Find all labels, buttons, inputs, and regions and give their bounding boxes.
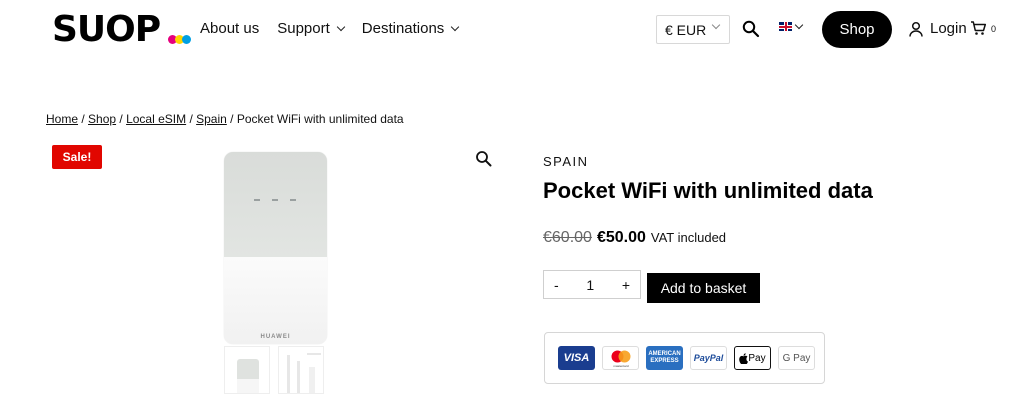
uk-flag-icon xyxy=(779,22,792,31)
price-row: €60.00 €50.00 VAT included xyxy=(543,229,726,247)
breadcrumb-local-esim[interactable]: Local eSIM xyxy=(126,112,186,126)
paypal-icon: PayPal xyxy=(690,346,727,370)
product-category[interactable]: SPAIN xyxy=(543,154,589,169)
amex-icon: AMERICAN EXPRESS xyxy=(646,346,683,370)
thumbnail-1[interactable] xyxy=(224,346,270,394)
shop-button[interactable]: Shop xyxy=(822,11,892,48)
quantity-stepper: - 1 + xyxy=(543,270,641,299)
nav-about-us[interactable]: About us xyxy=(200,20,259,37)
mastercard-icon: mastercard xyxy=(602,346,639,370)
search-icon xyxy=(742,20,760,38)
device-brand-text: HUAWEI xyxy=(260,334,291,340)
user-icon xyxy=(909,21,923,37)
quantity-decrease-button[interactable]: - xyxy=(554,277,559,293)
apple-pay-icon: Pay xyxy=(734,346,771,370)
logo-dots xyxy=(168,35,192,45)
nav-destinations-label: Destinations xyxy=(361,20,445,37)
google-pay-icon: G Pay xyxy=(778,346,815,370)
cart-button[interactable]: 0 xyxy=(970,20,996,36)
product-title: Pocket WiFi with unlimited data xyxy=(543,178,873,203)
product-image[interactable]: HUAWEI xyxy=(224,152,327,344)
sale-price: €50.00 xyxy=(596,229,646,246)
chevron-down-icon xyxy=(336,22,346,32)
login-link[interactable]: Login xyxy=(908,20,967,37)
login-label: Login xyxy=(930,20,967,37)
nav-support-label: Support xyxy=(277,20,330,37)
language-selector[interactable] xyxy=(779,20,804,31)
quantity-input[interactable]: 1 xyxy=(586,277,594,293)
site-logo[interactable]: SUOP xyxy=(52,9,191,50)
logo-text: SUOP xyxy=(52,9,161,50)
zoom-button[interactable] xyxy=(475,150,493,168)
quantity-increase-button[interactable]: + xyxy=(622,277,630,293)
cart-count: 0 xyxy=(991,24,997,34)
device-top-panel xyxy=(224,152,327,257)
site-header: SUOP About us Support Destinations € EUR xyxy=(0,0,1024,60)
chevron-down-icon xyxy=(711,20,721,30)
product-thumbnails xyxy=(224,346,324,394)
chevron-down-icon xyxy=(451,22,460,32)
amex-top-text: AMERICAN xyxy=(648,351,681,357)
search-button[interactable] xyxy=(742,20,760,38)
main-nav: About us Support Destinations xyxy=(200,20,460,37)
breadcrumb-current: Pocket WiFi with unlimited data xyxy=(236,112,404,126)
sale-badge: Sale! xyxy=(52,145,102,169)
currency-select[interactable]: € EUR xyxy=(656,15,730,44)
thumbnail-2[interactable] xyxy=(278,346,324,394)
magnifier-icon xyxy=(476,151,492,167)
breadcrumb-shop[interactable]: Shop xyxy=(88,112,116,126)
breadcrumb-spain[interactable]: Spain xyxy=(196,112,227,126)
chevron-down-icon xyxy=(794,20,804,30)
old-price: €60.00 xyxy=(543,229,592,246)
currency-value: € EUR xyxy=(665,21,707,38)
breadcrumb: Home / Shop / Local eSIM / Spain / Pocke… xyxy=(46,112,404,126)
logo-dot-blue xyxy=(182,35,191,44)
vat-note: VAT included xyxy=(650,230,727,245)
visa-icon: VISA xyxy=(558,346,595,370)
device-bottom-panel xyxy=(224,257,327,344)
breadcrumb-home[interactable]: Home xyxy=(46,112,78,126)
mastercard-label: mastercard xyxy=(613,364,628,368)
nav-destinations[interactable]: Destinations xyxy=(361,20,460,37)
cart-icon xyxy=(971,21,987,35)
payment-methods: VISA mastercard AMERICAN EXPRESS PayPal … xyxy=(544,332,825,384)
nav-about-us-label: About us xyxy=(200,20,260,37)
amex-bottom-text: EXPRESS xyxy=(650,358,679,364)
nav-support[interactable]: Support xyxy=(277,20,346,37)
add-to-basket-button[interactable]: Add to basket xyxy=(647,273,760,303)
apple-pay-label: Pay xyxy=(748,352,766,364)
